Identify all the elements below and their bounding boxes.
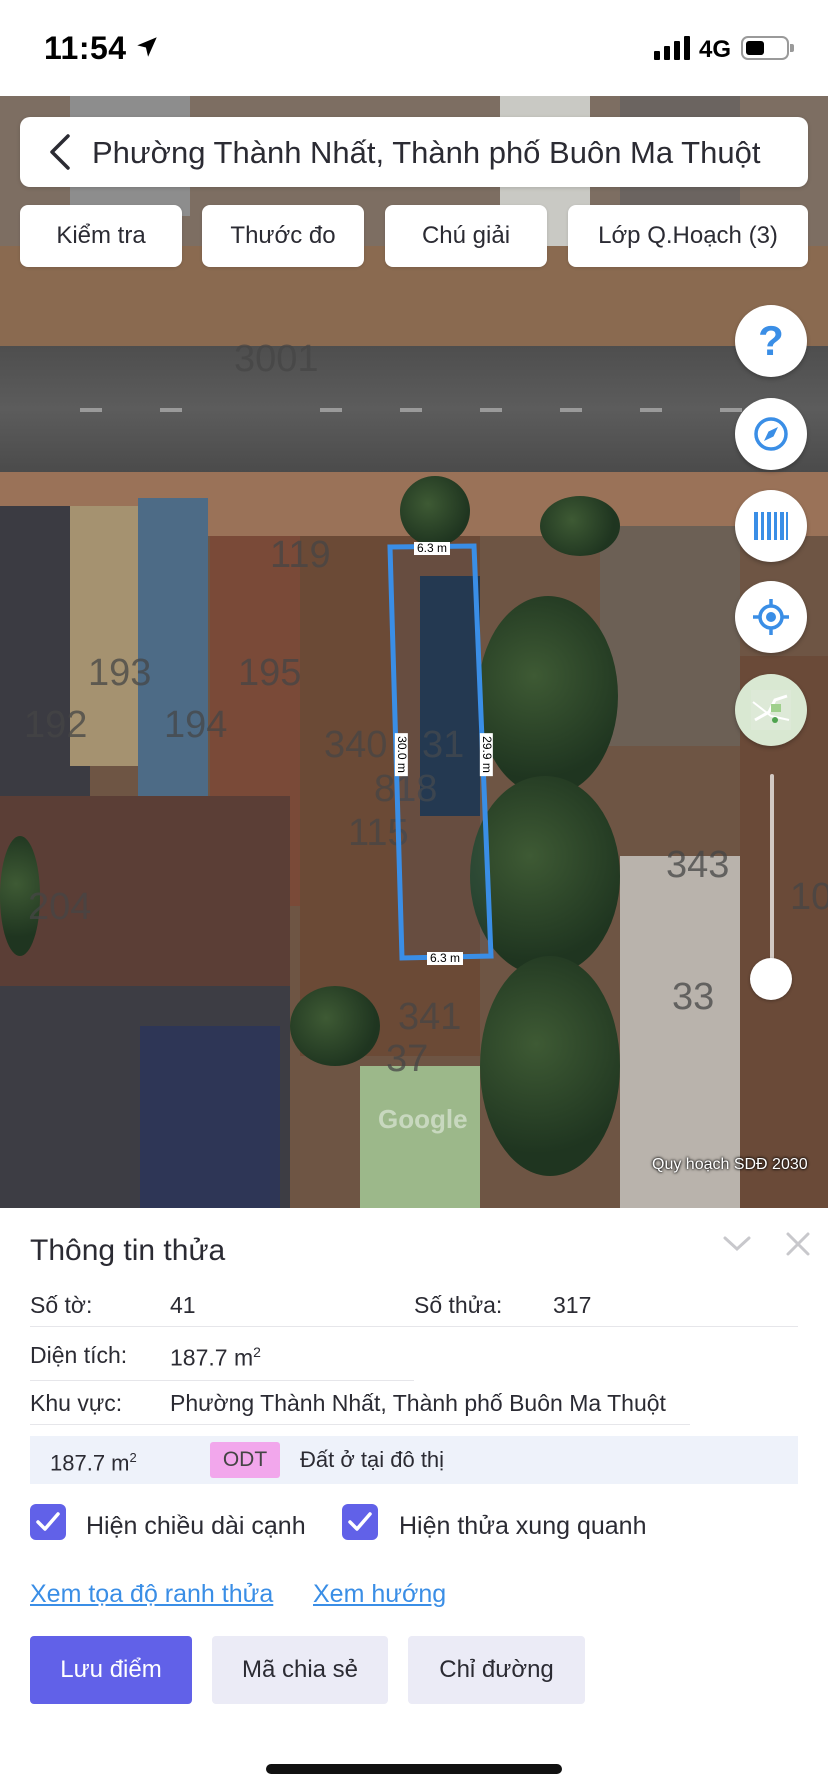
parcel-number-value: 317 — [553, 1292, 592, 1318]
zoom-slider-thumb[interactable] — [750, 958, 792, 1000]
region-value: Phường Thành Nhất, Thành phố Buôn Ma Thu… — [170, 1390, 666, 1416]
location-header: Phường Thành Nhất, Thành phố Buôn Ma Thu… — [20, 117, 808, 187]
checkmark-icon — [348, 1512, 372, 1531]
map-thumbnail-icon — [751, 690, 791, 730]
view-boundary-coordinates-link[interactable]: Xem tọa độ ranh thửa — [30, 1580, 273, 1609]
area-value: 187.7 m2 — [170, 1344, 261, 1372]
planning-layers-button[interactable]: Lớp Q.Hoạch (3) — [568, 205, 808, 267]
sheet-number-value: 41 — [170, 1292, 196, 1318]
cellular-signal-icon — [654, 36, 690, 60]
edge-length-left: 30.0 m — [394, 733, 409, 776]
checkmark-icon — [36, 1512, 60, 1531]
show-edge-length-label[interactable]: Hiện chiều dài cạnh — [86, 1512, 306, 1541]
question-mark-icon: ? — [758, 317, 784, 364]
land-use-description: Đất ở tại đô thị — [300, 1447, 445, 1472]
view-direction-link[interactable]: Xem hướng — [313, 1580, 446, 1609]
edge-length-top: 6.3 m — [414, 542, 451, 555]
crosshair-icon — [753, 599, 789, 635]
my-location-button[interactable] — [735, 581, 807, 653]
compass-button[interactable] — [735, 398, 807, 470]
area-unit-exponent: 2 — [253, 1344, 261, 1360]
legend-button[interactable]: Chú giải — [385, 205, 547, 267]
area-label: Diện tích: — [30, 1342, 128, 1368]
share-code-button[interactable]: Mã chia sẻ — [212, 1636, 388, 1704]
show-edge-length-checkbox[interactable] — [30, 1504, 66, 1540]
chevron-down-icon[interactable] — [722, 1234, 752, 1254]
battery-icon — [741, 36, 794, 60]
close-icon[interactable] — [784, 1230, 812, 1258]
edge-length-right: 29.9 m — [479, 733, 494, 776]
planning-layer-caption: Quy hoạch SDĐ 2030 — [652, 1156, 808, 1173]
land-use-area-number: 187.7 m — [50, 1450, 130, 1476]
panel-title: Thông tin thửa — [30, 1234, 226, 1267]
save-point-button[interactable]: Lưu điểm — [30, 1636, 192, 1704]
check-button[interactable]: Kiểm tra — [20, 205, 182, 267]
parcel-number-label: Số thửa: — [414, 1292, 503, 1318]
location-arrow-icon — [137, 37, 157, 57]
land-use-area: 187.7 m2 — [50, 1450, 137, 1476]
back-arrow-icon[interactable] — [44, 132, 80, 172]
compass-icon — [754, 417, 788, 451]
map-type-button[interactable] — [735, 674, 807, 746]
sheet-number-label: Số tờ: — [30, 1292, 93, 1318]
land-use-area-exponent: 2 — [129, 1450, 137, 1465]
land-use-code-badge: ODT — [210, 1442, 280, 1478]
region-label: Khu vực: — [30, 1390, 123, 1416]
show-surrounding-label[interactable]: Hiện thửa xung quanh — [399, 1512, 646, 1541]
network-type: 4G — [699, 36, 732, 63]
status-bar: 11:54 4G — [0, 0, 828, 96]
help-button[interactable]: ? — [735, 305, 807, 377]
show-surrounding-checkbox[interactable] — [342, 1504, 378, 1540]
directions-button[interactable]: Chỉ đường — [408, 1636, 585, 1704]
edge-length-bottom: 6.3 m — [427, 952, 464, 965]
ruler-button[interactable]: Thước đo — [202, 205, 364, 267]
barcode-icon — [754, 512, 788, 540]
status-time: 11:54 — [44, 30, 127, 66]
home-indicator[interactable] — [266, 1764, 562, 1774]
location-title: Phường Thành Nhất, Thành phố Buôn Ma Thu… — [92, 135, 761, 170]
barcode-button[interactable] — [735, 490, 807, 562]
area-number: 187.7 m — [170, 1344, 254, 1371]
zoom-slider-track[interactable] — [770, 774, 774, 980]
